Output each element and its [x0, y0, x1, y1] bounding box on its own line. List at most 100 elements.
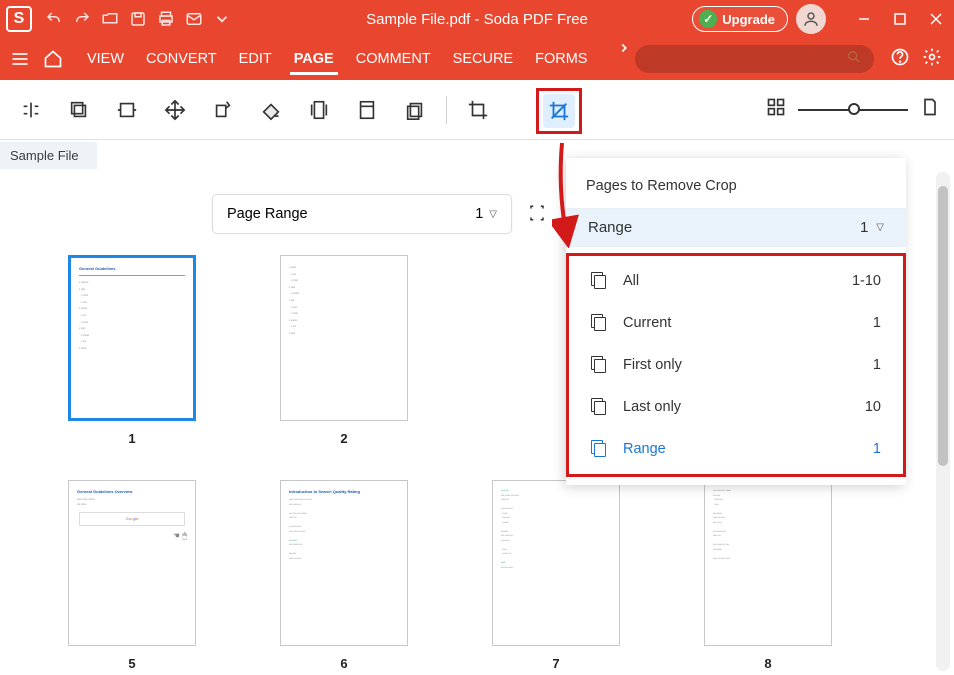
page-number: 5 — [128, 656, 135, 671]
option-value: 1 — [873, 441, 881, 457]
search-icon — [846, 49, 862, 70]
crop-remove-panel: Pages to Remove Crop Range 1 ▽ All 1-10 … — [566, 158, 906, 485]
crop-range-label: Range — [588, 219, 632, 236]
search-input[interactable] — [635, 45, 874, 73]
page-toolbar — [0, 80, 954, 140]
highlighted-tool-frame — [536, 88, 582, 134]
page-preview: General Guidelines Overview▪▪▪▪▪ ▪▪▪▪ ▪▪… — [68, 480, 196, 646]
undo-icon[interactable] — [40, 10, 68, 28]
app-logo[interactable]: S — [6, 6, 32, 32]
pages-stack-icon — [591, 440, 609, 458]
pages-stack-icon — [591, 314, 609, 332]
minimize-button[interactable] — [846, 0, 882, 38]
menu-forms[interactable]: FORMS — [533, 41, 589, 77]
upgrade-label: Upgrade — [722, 12, 775, 27]
menubar: VIEW CONVERT EDIT PAGE COMMENT SECURE FO… — [0, 38, 954, 80]
page-preview: General Guidelines▪ ▪▪▪▪▪▪▪▪ ▪▪▪▪ ▪ ▪▪▪▪… — [68, 255, 196, 421]
save-icon[interactable] — [124, 10, 152, 28]
help-icon[interactable] — [890, 47, 910, 72]
option-label: Last only — [623, 399, 681, 415]
window-title: Sample File.pdf - Soda PDF Free — [366, 11, 588, 28]
titlebar: S Sample File.pdf - Soda PDF Free ✓ Upgr… — [0, 0, 954, 38]
single-page-view-icon[interactable] — [920, 97, 940, 122]
vertical-scrollbar[interactable] — [936, 172, 950, 671]
print-icon[interactable] — [152, 10, 180, 28]
home-icon[interactable] — [38, 49, 66, 69]
page-preview: ▪ ▪▪▪▪▪ ▪ ▪▪▪ ▪ ▪▪▪▪▪▪ ▪▪▪▪ ▪ ▪▪▪▪▪▪▪ ▪▪… — [280, 255, 408, 421]
option-value: 1 — [873, 315, 881, 331]
page-number: 7 — [552, 656, 559, 671]
crop-option-current[interactable]: Current 1 — [569, 302, 903, 344]
tool-margins-icon[interactable] — [302, 93, 336, 127]
page-preview: ▪▪▪ ▪▪▪▪▪▪▪▪▪ ▪▪▪▪▪▪ ▪▪▪ ▪▪▪▪▪▪▪▪▪▪ ▪▪▪▪… — [492, 480, 620, 646]
option-value: 10 — [865, 399, 881, 415]
page-preview: Introduction to Search Quality Rating▪▪▪… — [280, 480, 408, 646]
tool-crop-add-icon[interactable] — [461, 93, 495, 127]
maximize-button[interactable] — [882, 0, 918, 38]
menu-convert[interactable]: CONVERT — [144, 41, 219, 77]
open-icon[interactable] — [96, 10, 124, 28]
page-thumb[interactable]: ▪ ▪▪▪▪▪ ▪ ▪▪▪ ▪ ▪▪▪▪▪▪ ▪▪▪▪ ▪ ▪▪▪▪▪▪▪ ▪▪… — [278, 255, 410, 446]
crop-panel-title: Pages to Remove Crop — [566, 172, 906, 208]
crop-option-last[interactable]: Last only 10 — [569, 386, 903, 428]
menu-secure[interactable]: SECURE — [451, 41, 515, 77]
more-chevron-icon[interactable] — [208, 10, 236, 28]
tool-crop-remove-icon[interactable] — [543, 94, 575, 128]
menu-items: VIEW CONVERT EDIT PAGE COMMENT SECURE FO… — [85, 41, 631, 77]
page-number: 1 — [128, 431, 135, 446]
page-preview: ▪▪▪▪ ▪▪▪▪▪ ▪▪▪ ▪▪▪▪▪▪▪▪▪ ▪▪▪▪ • ▪▪▪▪▪ ▪▪… — [704, 480, 832, 646]
crop-range-options: All 1-10 Current 1 First only 1 Last onl… — [566, 253, 906, 477]
crop-range-value: 1 — [860, 219, 868, 236]
upgrade-button[interactable]: ✓ Upgrade — [692, 6, 788, 32]
toolbar-separator — [446, 96, 447, 124]
scrollbar-thumb[interactable] — [938, 186, 948, 466]
mail-icon[interactable] — [180, 10, 208, 28]
menu-edit[interactable]: EDIT — [237, 41, 274, 77]
menu-view[interactable]: VIEW — [85, 41, 126, 77]
tool-extract-icon[interactable] — [62, 93, 96, 127]
crop-option-range[interactable]: Range 1 — [569, 428, 903, 470]
page-number: 8 — [764, 656, 771, 671]
page-thumb[interactable]: ▪▪▪▪ ▪▪▪▪▪ ▪▪▪ ▪▪▪▪▪▪▪▪▪ ▪▪▪▪ • ▪▪▪▪▪ ▪▪… — [702, 480, 834, 671]
pages-stack-icon — [591, 272, 609, 290]
option-value: 1-10 — [852, 273, 881, 289]
option-label: All — [623, 273, 639, 289]
zoom-control — [766, 97, 940, 122]
account-avatar[interactable] — [796, 4, 826, 34]
pages-stack-icon — [591, 356, 609, 374]
settings-icon[interactable] — [922, 47, 942, 72]
pages-stack-icon — [591, 398, 609, 416]
check-icon: ✓ — [699, 10, 717, 28]
option-label: Current — [623, 315, 671, 331]
file-tab[interactable]: Sample File — [0, 142, 97, 169]
menu-overflow-icon[interactable] — [617, 41, 631, 77]
close-button[interactable] — [918, 0, 954, 38]
tool-move-icon[interactable] — [158, 93, 192, 127]
zoom-slider[interactable] — [798, 109, 908, 111]
tool-rotate-icon[interactable] — [206, 93, 240, 127]
tool-resize-icon[interactable] — [110, 93, 144, 127]
page-thumb[interactable]: General Guidelines▪ ▪▪▪▪▪▪▪▪ ▪▪▪▪ ▪ ▪▪▪▪… — [66, 255, 198, 446]
page-number: 2 — [340, 431, 347, 446]
page-thumb[interactable]: Introduction to Search Quality Rating▪▪▪… — [278, 480, 410, 671]
page-thumb[interactable]: General Guidelines Overview▪▪▪▪▪ ▪▪▪▪ ▪▪… — [66, 480, 198, 671]
zoom-slider-handle[interactable] — [848, 103, 860, 115]
menu-comment[interactable]: COMMENT — [354, 41, 433, 77]
hamburger-icon[interactable] — [6, 49, 34, 69]
chevron-down-icon: ▽ — [876, 222, 884, 233]
crop-option-first[interactable]: First only 1 — [569, 344, 903, 386]
option-label: Range — [623, 441, 666, 457]
redo-icon[interactable] — [68, 10, 96, 28]
page-number: 6 — [340, 656, 347, 671]
page-thumb[interactable]: ▪▪▪ ▪▪▪▪▪▪▪▪▪ ▪▪▪▪▪▪ ▪▪▪ ▪▪▪▪▪▪▪▪▪▪ ▪▪▪▪… — [490, 480, 622, 671]
menu-page[interactable]: PAGE — [292, 41, 336, 77]
tool-numbering-icon[interactable] — [398, 93, 432, 127]
option-value: 1 — [873, 357, 881, 373]
tool-header-icon[interactable] — [350, 93, 384, 127]
crop-option-all[interactable]: All 1-10 — [569, 260, 903, 302]
crop-range-dropdown[interactable]: Range 1 ▽ — [566, 208, 906, 247]
thumbnail-view-icon[interactable] — [766, 97, 786, 122]
tool-background-icon[interactable] — [254, 93, 288, 127]
option-label: First only — [623, 357, 682, 373]
tool-split-icon[interactable] — [14, 93, 48, 127]
